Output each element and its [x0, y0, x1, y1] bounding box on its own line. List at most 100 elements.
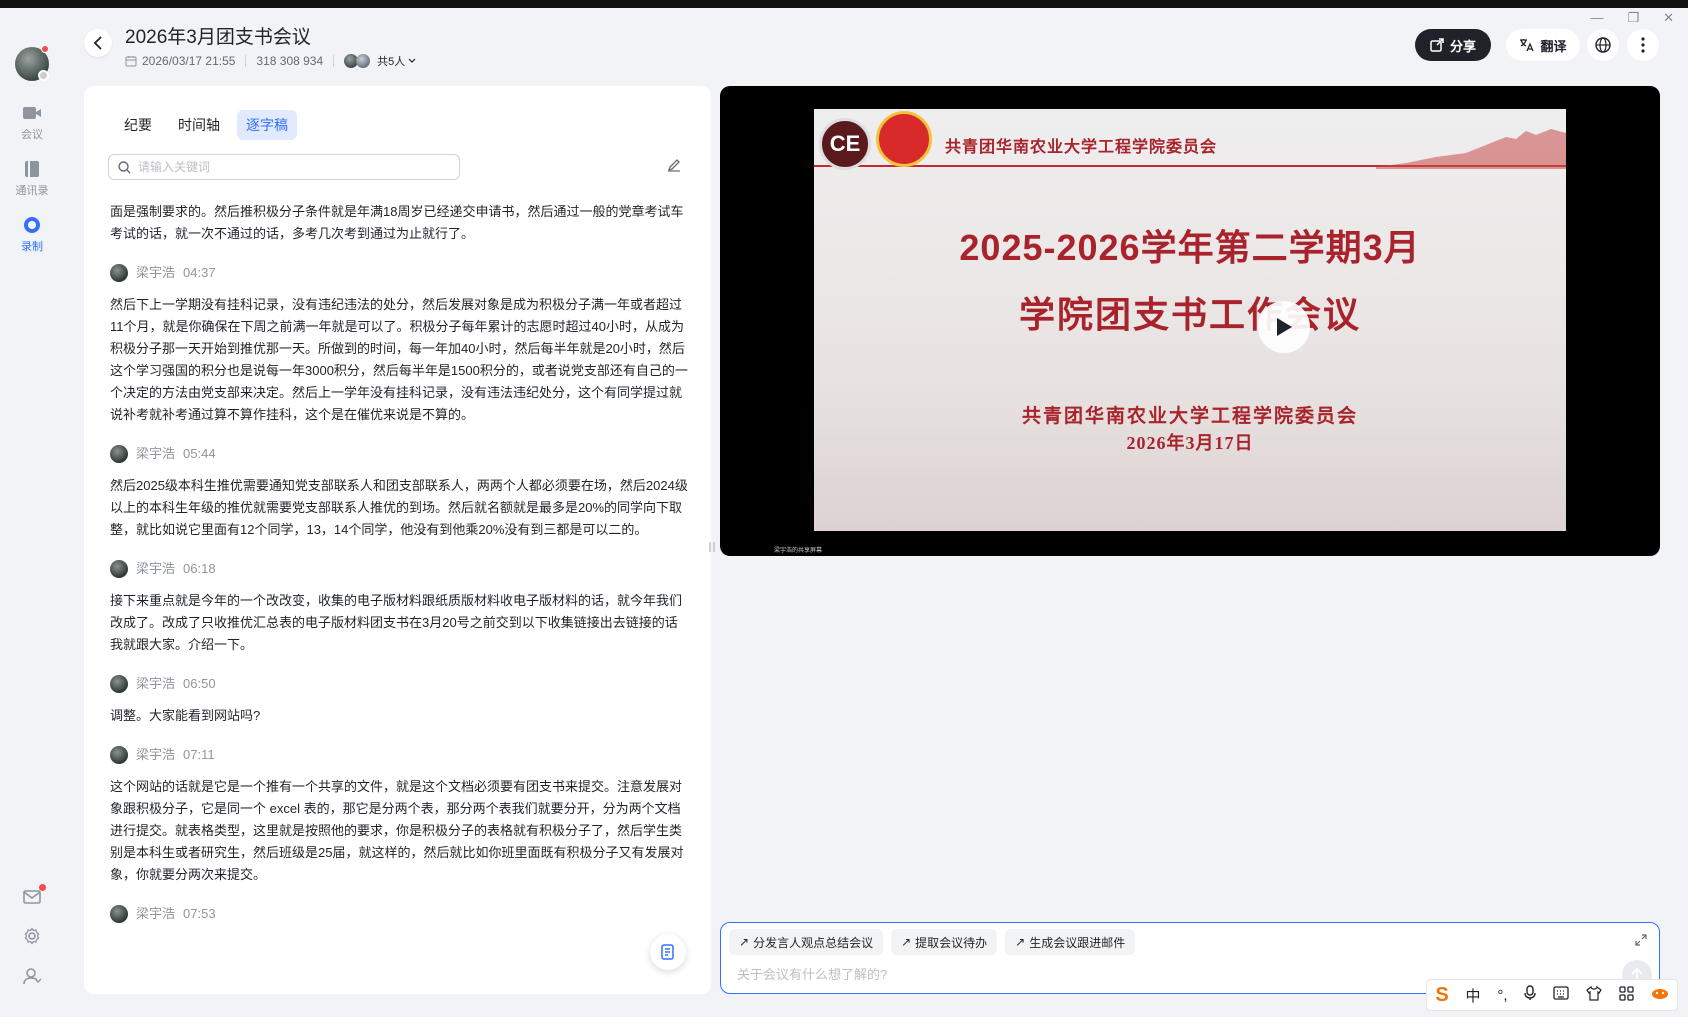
segment-text: 这个网站的话就是它是一个推有一个共享的文件，就是这个文档必须要有团支书来提交。注…: [110, 779, 684, 882]
sidebar-item-label: 录制: [21, 241, 43, 253]
participant-avatar: [356, 54, 371, 68]
speaker-line: 梁宇浩 06:18: [110, 558, 688, 580]
speaker-avatar: [110, 560, 128, 578]
ai-notes-button[interactable]: [650, 934, 686, 970]
speaker-avatar: [110, 675, 128, 693]
sidebar-item-contacts[interactable]: 通讯录: [0, 160, 64, 198]
slide-title-line-2: 学院团支书工作会议: [1018, 294, 1361, 335]
speaker-name[interactable]: 梁宇浩: [136, 903, 175, 925]
language-button[interactable]: [1587, 29, 1619, 61]
speaker-name[interactable]: 梁宇浩: [136, 673, 175, 695]
edit-button[interactable]: [667, 158, 681, 177]
speaker-avatar: [110, 445, 128, 463]
record-icon: [22, 216, 42, 234]
meeting-id: 318 308 934: [256, 54, 324, 68]
mail-button[interactable]: [22, 884, 46, 907]
datetime-text: 2026/03/17 21:55: [142, 54, 236, 68]
settings-button[interactable]: [22, 926, 42, 946]
segment-time[interactable]: 06:50: [183, 673, 216, 695]
ime-mode[interactable]: 中: [1466, 985, 1481, 1006]
page-title: 2026年3月团支书会议: [125, 27, 311, 48]
speaker-name[interactable]: 梁宇浩: [136, 443, 175, 465]
calendar-icon: [125, 56, 137, 67]
play-icon: [1277, 318, 1292, 336]
shared-slide: CE 共青团华南农业大学工程学院委员会 2025-2026学年第二学期3月 学院…: [814, 109, 1566, 531]
ask-input[interactable]: [737, 967, 1497, 982]
sidebar-item-meeting[interactable]: 会议: [0, 104, 64, 142]
tab-bar: 纪要 时间轴 逐字稿: [115, 110, 297, 140]
college-logo: CE: [819, 118, 871, 170]
microphone-icon[interactable]: [1524, 985, 1537, 1005]
speaker-line: 梁宇浩 05:44: [110, 443, 688, 465]
video-player[interactable]: CE 共青团华南农业大学工程学院委员会 2025-2026学年第二学期3月 学院…: [720, 86, 1660, 556]
speaker-line: 梁宇浩 04:37: [110, 262, 688, 284]
slide-subtitle: 共青团华南农业大学工程学院委员会: [1021, 406, 1358, 427]
chip-extract-todos[interactable]: ↗ 提取会议待办: [891, 929, 998, 955]
chevron-left-icon: [93, 36, 102, 50]
close-window-button[interactable]: ✕: [1663, 10, 1674, 26]
divider: [333, 55, 335, 67]
segment-time[interactable]: 04:37: [183, 262, 216, 284]
expand-icon: [1635, 934, 1647, 946]
chip-speaker-summary[interactable]: ↗ 分发言人观点总结会议: [729, 929, 884, 955]
slide-title-line-1: 2025-2026学年第二学期3月: [959, 227, 1421, 268]
back-button[interactable]: [84, 29, 112, 57]
expand-button[interactable]: [1635, 933, 1647, 951]
speaker-name[interactable]: 梁宇浩: [136, 558, 175, 580]
chevron-down-icon: [408, 58, 416, 63]
keyboard-icon[interactable]: [1553, 986, 1569, 1004]
globe-icon: [1595, 37, 1611, 53]
league-emblem: [876, 111, 932, 167]
segment-time[interactable]: 05:44: [183, 443, 216, 465]
skin-icon[interactable]: [1586, 985, 1602, 1005]
segment-time[interactable]: 07:53: [183, 903, 216, 925]
tab-timeline[interactable]: 时间轴: [169, 110, 229, 140]
panel-resize-handle[interactable]: [708, 540, 716, 556]
profile-button[interactable]: [22, 966, 42, 986]
share-button[interactable]: 分享: [1415, 29, 1491, 61]
transcript-segment: 梁宇浩 07:53: [110, 903, 688, 925]
slide-date: 2026年3月17日: [1126, 433, 1254, 453]
restore-button[interactable]: ❐: [1627, 10, 1639, 26]
tab-transcript[interactable]: 逐字稿: [237, 110, 297, 140]
sidebar-item-label: 会议: [21, 129, 43, 141]
great-wall-graphic: [1376, 129, 1566, 169]
translate-button[interactable]: 翻译: [1506, 29, 1580, 61]
more-button[interactable]: [1627, 29, 1659, 61]
transcript-segment: 梁宇浩 06:50 调整。大家能看到网站吗?: [110, 673, 688, 727]
speaker-line: 梁宇浩 07:53: [110, 903, 688, 925]
more-vertical-icon: [1641, 37, 1645, 53]
sidebar-item-record[interactable]: 录制: [0, 216, 64, 254]
edit-icon: [667, 159, 680, 172]
chip-followup-email[interactable]: ↗ 生成会议跟进邮件: [1005, 929, 1136, 955]
meeting-meta: 2026/03/17 21:55 318 308 934 共5人: [125, 53, 416, 69]
sogou-logo[interactable]: S: [1435, 984, 1448, 1007]
gear-icon: [24, 927, 40, 945]
speaker-avatar: [110, 746, 128, 764]
slide-org: 共青团华南农业大学工程学院委员会: [945, 139, 1218, 156]
speaker-name[interactable]: 梁宇浩: [136, 744, 175, 766]
ime-punctuation[interactable]: °,: [1497, 987, 1507, 1004]
segment-text: 接下来重点就是今年的一个改改变，收集的电子版材料跟纸质版材料收电子版材料的话，就…: [110, 593, 683, 652]
transcript-segment: 梁宇浩 07:11 这个网站的话就是它是一个推有一个共享的文件，就是这个文档必须…: [110, 744, 688, 886]
toolbox-icon[interactable]: [1619, 985, 1634, 1005]
video-icon: [22, 104, 42, 122]
segment-time[interactable]: 07:11: [183, 744, 215, 766]
translate-icon: [1520, 39, 1535, 52]
contacts-icon: [22, 160, 42, 178]
notification-dot: [41, 45, 49, 53]
transcript-segment: 梁宇浩 04:37 然后下上一学期没有挂科记录，没有违纪违法的处分，然后发展对象…: [110, 262, 688, 426]
speaker-name[interactable]: 梁宇浩: [136, 262, 175, 284]
mail-icon: [23, 890, 41, 904]
participants-dropdown[interactable]: 共5人: [344, 53, 416, 69]
mascot-icon[interactable]: [1651, 986, 1669, 1004]
tab-summary[interactable]: 纪要: [115, 110, 161, 140]
window-controls: — ❐ ✕: [1590, 10, 1674, 26]
segment-time[interactable]: 06:18: [183, 558, 216, 580]
search-input[interactable]: [138, 160, 438, 174]
chip-label: 提取会议待办: [915, 935, 988, 950]
play-button[interactable]: [1258, 301, 1310, 353]
transcript-segment: 梁宇浩 06:18 接下来重点就是今年的一个改改变，收集的电子版材料跟纸质版材料…: [110, 558, 688, 656]
speaker-avatar: [110, 264, 128, 282]
minimize-button[interactable]: —: [1590, 10, 1603, 26]
